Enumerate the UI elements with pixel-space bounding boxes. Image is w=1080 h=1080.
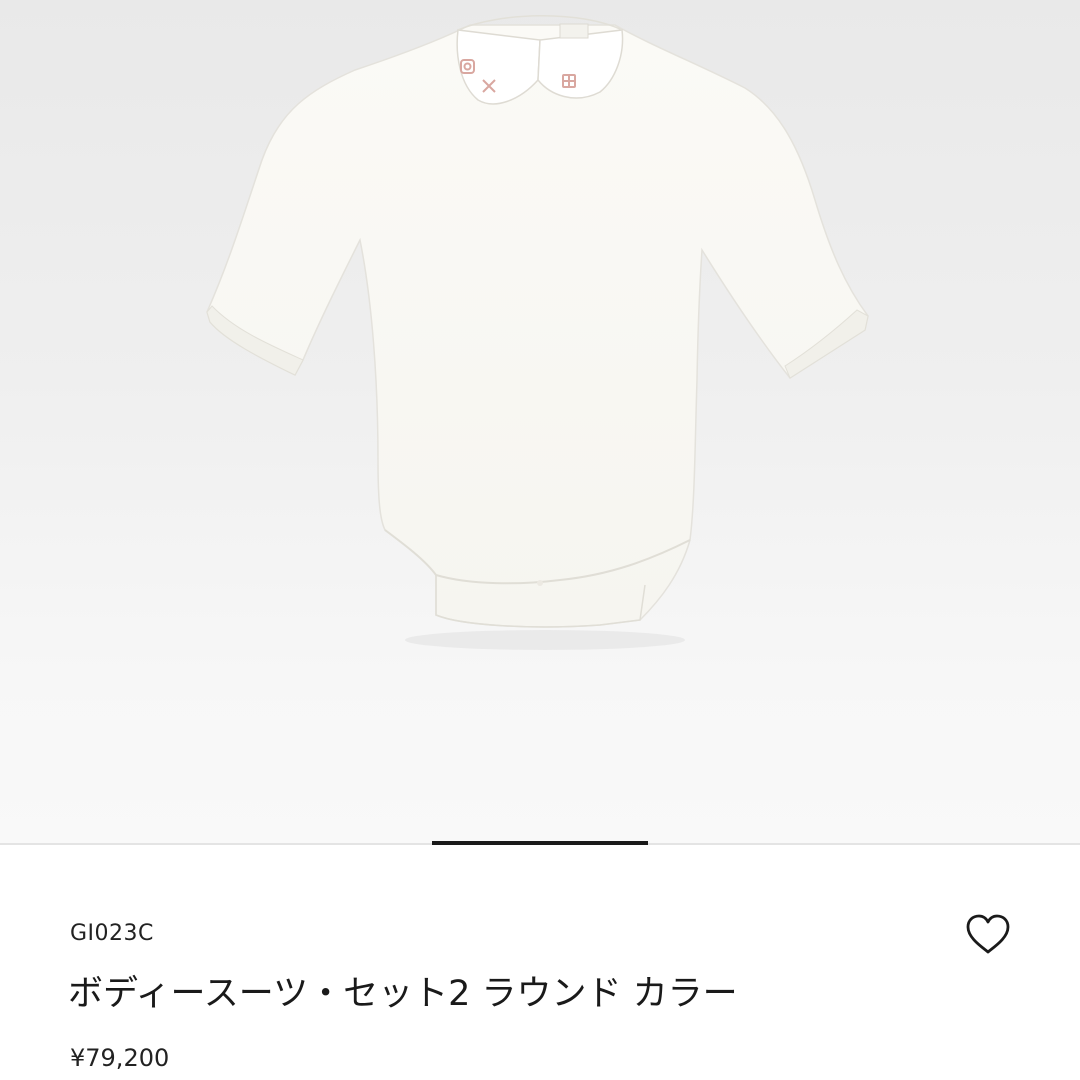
heart-outline-icon [966, 914, 1010, 954]
product-price: ¥79,200 [70, 1044, 170, 1072]
product-page: GI023C ボディースーツ・セット2 ラウンド カラー ¥79,200 [0, 0, 1080, 1080]
product-title: ボディースーツ・セット2 ラウンド カラー [68, 974, 738, 1014]
carousel-progress-indicator[interactable] [432, 841, 648, 845]
product-image-carousel[interactable] [0, 0, 1080, 843]
baby-bodysuit-image [206, 15, 869, 650]
product-sku: GI023C [70, 921, 154, 946]
wishlist-button[interactable] [962, 910, 1014, 958]
